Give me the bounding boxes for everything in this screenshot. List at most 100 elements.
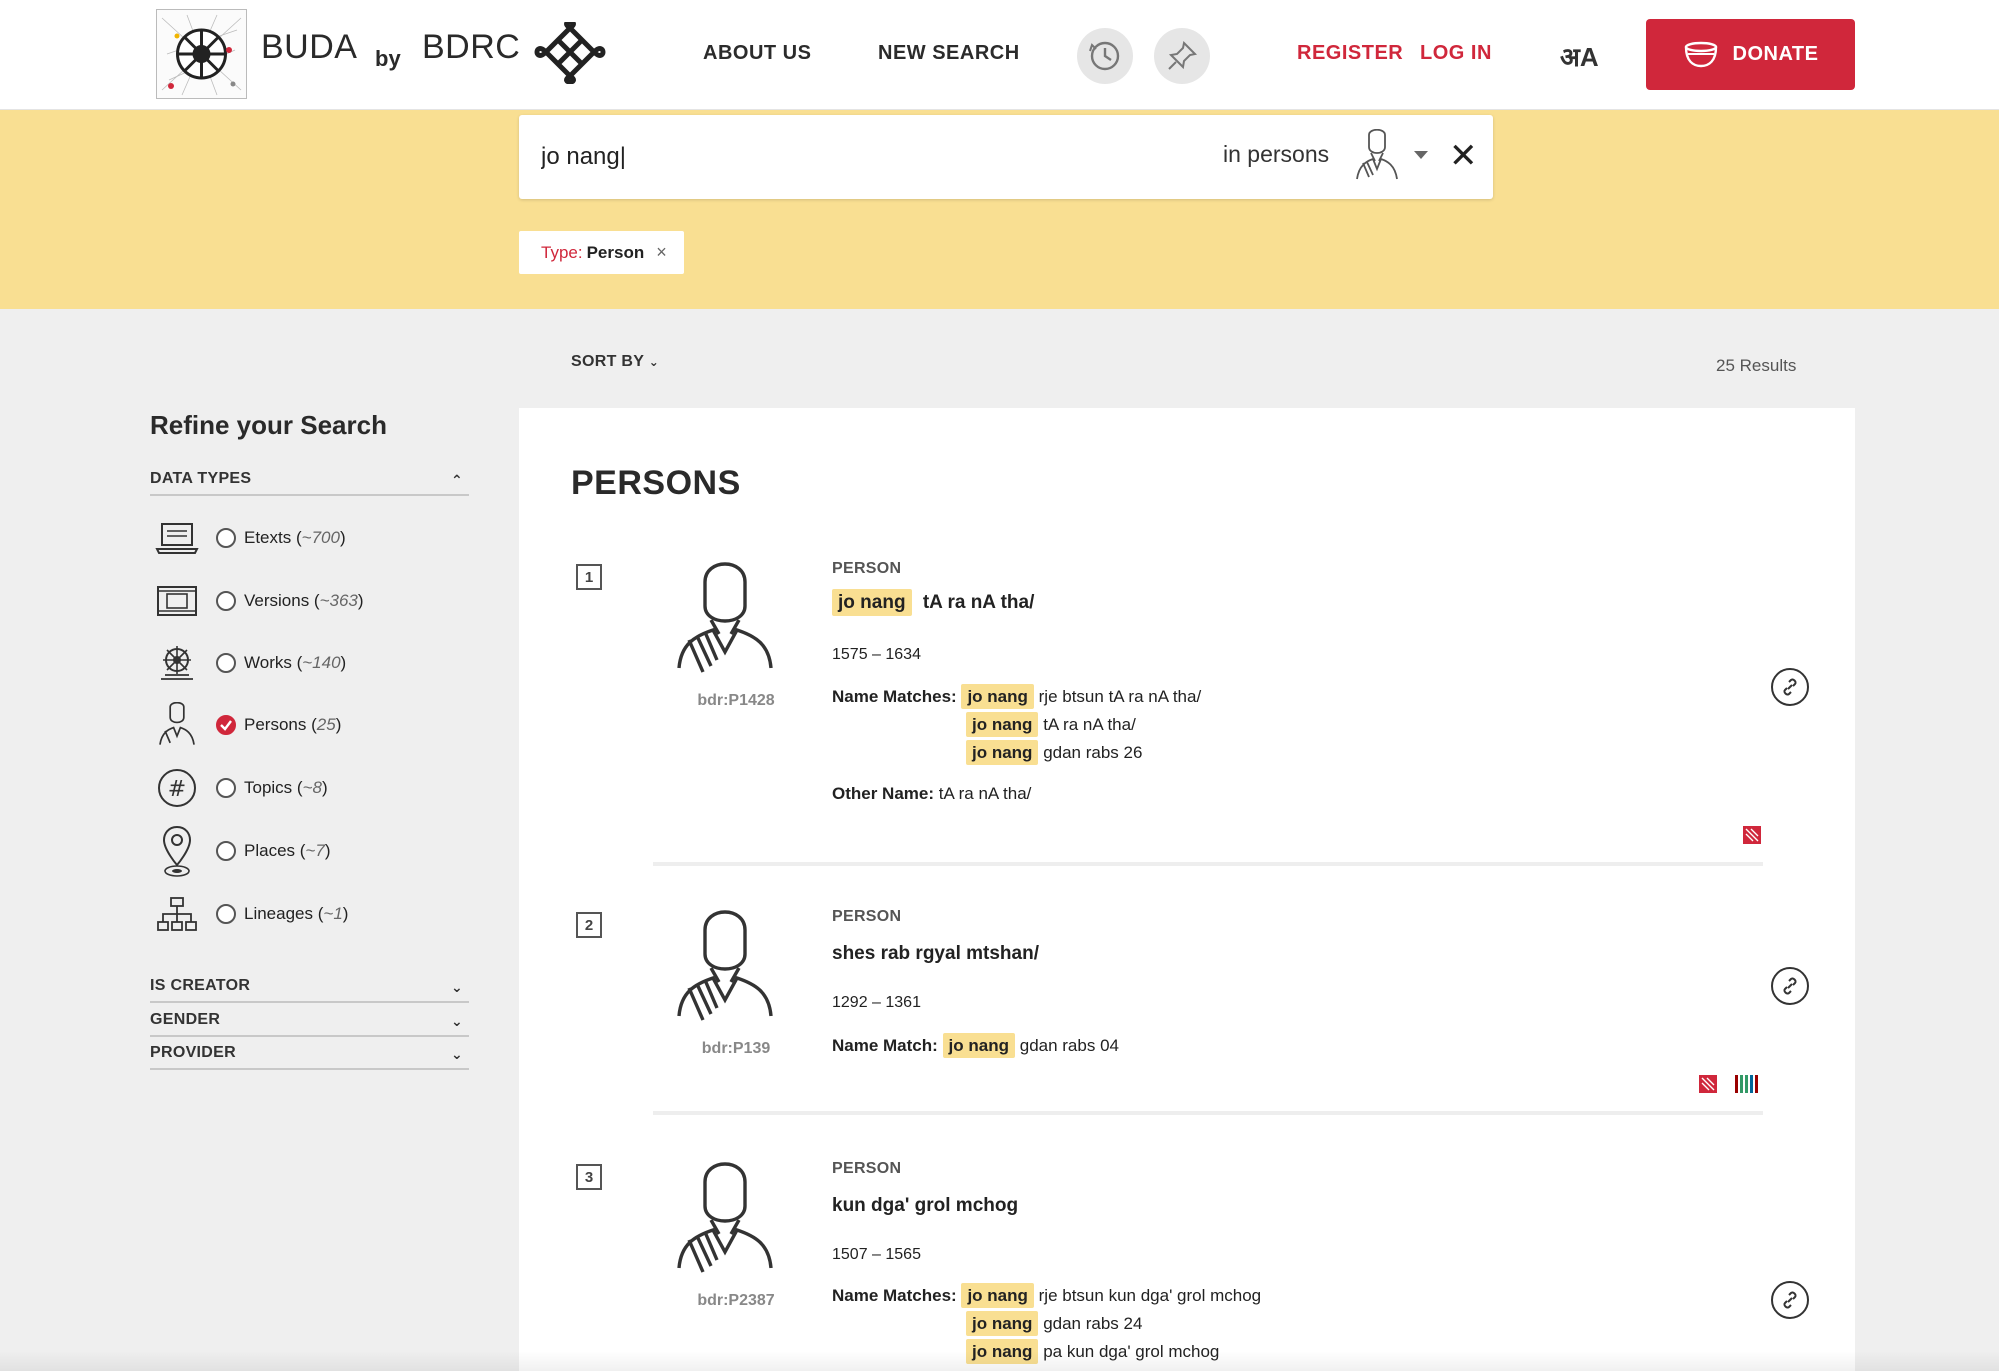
person-avatar-icon bbox=[659, 1160, 791, 1281]
result-id[interactable]: bdr:P2387 bbox=[676, 1292, 796, 1310]
name-matches-label: Name Matches: bbox=[832, 1286, 957, 1305]
person-scope-icon[interactable] bbox=[1353, 128, 1401, 188]
brand-name[interactable]: BUDA bbox=[261, 28, 357, 67]
type-label-persons: Persons (25) bbox=[244, 715, 342, 734]
radio-places[interactable] bbox=[216, 841, 236, 861]
result-title[interactable]: kun dga' grol mchog bbox=[832, 1195, 1018, 1217]
person-avatar-icon bbox=[659, 908, 791, 1029]
result-type: PERSON bbox=[832, 1160, 902, 1177]
language-switcher-icon[interactable]: अA bbox=[1560, 38, 1599, 74]
person-icon bbox=[150, 701, 204, 749]
radio-topics[interactable] bbox=[216, 778, 236, 798]
result-dates: 1507 – 1565 bbox=[832, 1246, 921, 1263]
type-label-places: Places (~7) bbox=[244, 841, 331, 860]
permalink-button[interactable] bbox=[1771, 1281, 1809, 1319]
result-dates: 1292 – 1361 bbox=[832, 994, 921, 1011]
buda-logo-icon[interactable] bbox=[156, 9, 247, 99]
facet-data-types[interactable]: DATA TYPES ⌃ bbox=[150, 470, 469, 496]
pin-icon bbox=[1168, 40, 1198, 70]
nav-new-search[interactable]: NEW SEARCH bbox=[878, 42, 1020, 65]
filter-value: Person bbox=[586, 242, 645, 262]
title-text: tA ra nA tha/ bbox=[922, 592, 1035, 613]
facet-gender[interactable]: GENDER ⌄ bbox=[150, 1011, 469, 1037]
scope-dropdown-caret-icon[interactable] bbox=[1414, 151, 1428, 159]
type-row-topics[interactable]: # Topics (~8) bbox=[150, 764, 470, 812]
endless-knot-icon bbox=[530, 19, 610, 89]
radio-works[interactable] bbox=[216, 653, 236, 673]
search-scope-label[interactable]: in persons bbox=[1223, 141, 1329, 168]
radio-lineages[interactable] bbox=[216, 904, 236, 924]
donate-label: DONATE bbox=[1732, 43, 1819, 65]
provider-bdrc-icon[interactable] bbox=[1699, 1075, 1717, 1093]
clear-search-icon[interactable]: ✕ bbox=[1449, 139, 1478, 173]
permalink-button[interactable] bbox=[1771, 967, 1809, 1005]
result-divider bbox=[653, 862, 1763, 866]
type-filter-chip: Type: Person × bbox=[519, 231, 684, 274]
brand-org[interactable]: BDRC bbox=[422, 28, 520, 67]
result-index: 1 bbox=[576, 564, 602, 590]
chevron-down-icon: ⌄ bbox=[450, 1013, 463, 1029]
result-title[interactable]: jo nang tA ra nA tha/ bbox=[832, 589, 1035, 616]
search-input[interactable] bbox=[541, 137, 1181, 177]
name-match-label: Name Match: bbox=[832, 1036, 938, 1055]
nav-about-us[interactable]: ABOUT US bbox=[703, 42, 811, 65]
radio-persons-checked[interactable] bbox=[216, 715, 236, 735]
facet-is-creator-label: IS CREATOR bbox=[150, 977, 251, 994]
radio-versions[interactable] bbox=[216, 591, 236, 611]
register-link[interactable]: REGISTER bbox=[1297, 42, 1403, 65]
pin-button[interactable] bbox=[1154, 28, 1210, 84]
donate-button[interactable]: DONATE bbox=[1646, 19, 1855, 90]
search-bar: in persons ✕ bbox=[519, 115, 1493, 199]
sort-by-dropdown[interactable]: SORT BY ⌄ bbox=[571, 353, 659, 371]
permalink-button[interactable] bbox=[1771, 668, 1809, 706]
facet-is-creator[interactable]: IS CREATOR ⌄ bbox=[150, 977, 469, 1003]
provider-wikidata-icon[interactable] bbox=[1735, 1075, 1759, 1093]
provider-bdrc-icon[interactable] bbox=[1743, 826, 1761, 844]
type-row-lineages[interactable]: Lineages (~1) bbox=[150, 890, 470, 938]
type-row-works[interactable]: Works (~140) bbox=[150, 639, 470, 687]
facet-provider-label: PROVIDER bbox=[150, 1044, 236, 1061]
type-row-persons[interactable]: Persons (25) bbox=[150, 701, 470, 749]
type-row-versions[interactable]: Versions (~363) bbox=[150, 577, 470, 625]
type-row-etexts[interactable]: Etexts (~700) bbox=[150, 514, 470, 562]
results-panel: PERSONS 1 bdr:P1428 PERSON jo nang tA ra… bbox=[519, 408, 1855, 1371]
type-label-versions: Versions (~363) bbox=[244, 591, 364, 610]
brand-by: by bbox=[375, 46, 401, 71]
chevron-down-icon: ⌄ bbox=[450, 1046, 463, 1062]
type-row-places[interactable]: Places (~7) bbox=[150, 825, 470, 877]
laptop-icon bbox=[150, 514, 204, 562]
radio-etexts[interactable] bbox=[216, 528, 236, 548]
login-link[interactable]: LOG IN bbox=[1420, 42, 1492, 65]
map-pin-icon bbox=[150, 825, 204, 877]
name-matches-label: Name Matches: bbox=[832, 687, 957, 706]
name-matches: Name Match: jo nang gdan rabs 04 bbox=[832, 1032, 1119, 1060]
result-dates: 1575 – 1634 bbox=[832, 646, 921, 663]
facet-provider[interactable]: PROVIDER ⌄ bbox=[150, 1044, 469, 1070]
pecha-icon bbox=[150, 577, 204, 625]
type-label-lineages: Lineages (~1) bbox=[244, 904, 349, 923]
result-id[interactable]: bdr:P139 bbox=[676, 1040, 796, 1058]
top-header: BUDA by BDRC ABOUT US NEW SEARCH REGISTE… bbox=[0, 0, 1999, 110]
refine-title: Refine your Search bbox=[150, 410, 387, 440]
svg-text:#: # bbox=[168, 777, 186, 802]
history-icon bbox=[1089, 41, 1120, 71]
type-label-topics: Topics (~8) bbox=[244, 778, 328, 797]
hierarchy-icon bbox=[150, 890, 204, 938]
link-icon bbox=[1783, 1291, 1797, 1309]
sort-by-label: SORT BY bbox=[571, 353, 644, 370]
result-divider bbox=[653, 1111, 1763, 1115]
chevron-down-icon: ⌄ bbox=[450, 979, 463, 995]
chevron-down-icon: ⌄ bbox=[648, 355, 660, 369]
history-button[interactable] bbox=[1077, 28, 1133, 84]
title-highlight: jo nang bbox=[832, 589, 912, 616]
result-id[interactable]: bdr:P1428 bbox=[676, 692, 796, 710]
name-matches: Name Matches: jo nang rje btsun kun dga'… bbox=[832, 1282, 1261, 1366]
person-avatar-icon bbox=[659, 560, 791, 681]
name-matches: Name Matches: jo nang rje btsun tA ra nA… bbox=[832, 683, 1201, 767]
remove-filter-icon[interactable]: × bbox=[656, 242, 667, 263]
link-icon bbox=[1783, 977, 1797, 995]
filter-key: Type: bbox=[541, 242, 583, 262]
checkmark-icon bbox=[220, 720, 232, 731]
chevron-up-icon: ⌃ bbox=[450, 472, 463, 488]
result-title[interactable]: shes rab rgyal mtshan/ bbox=[832, 943, 1039, 965]
